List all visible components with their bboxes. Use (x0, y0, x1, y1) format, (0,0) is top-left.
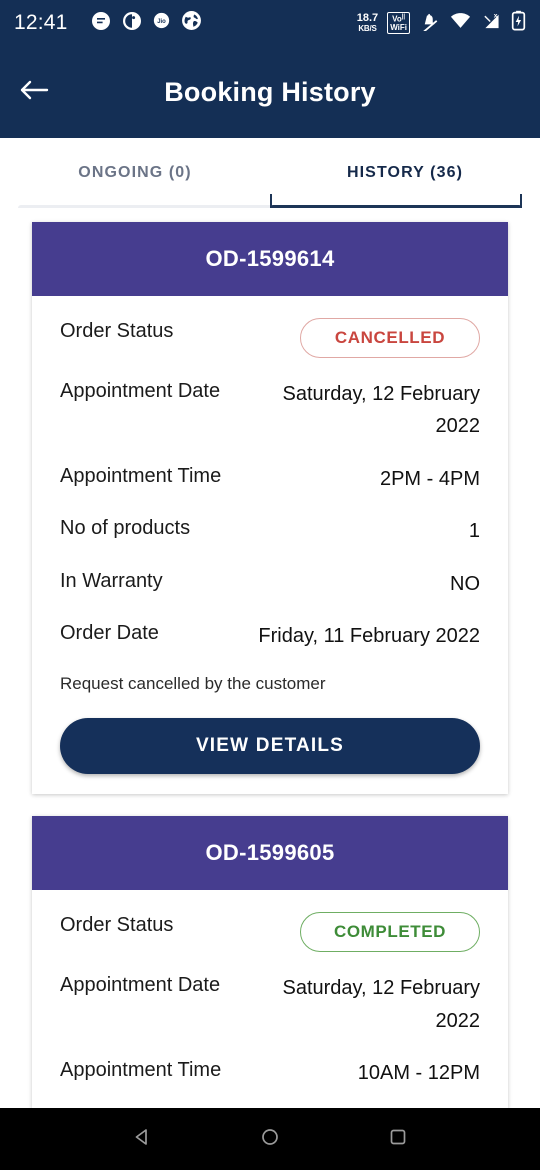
row-no-of-products: No of products 1 (60, 515, 480, 547)
status-bar-clock: 12:41 (14, 11, 68, 34)
tab-history-label: HISTORY (36) (346, 164, 464, 181)
appointment-time-label: Appointment Time (60, 464, 222, 487)
battery-icon (511, 10, 526, 36)
status-bar-left: 12:41 Jio (14, 10, 357, 36)
card-header: OD-1599605 (32, 816, 508, 891)
back-button[interactable] (6, 64, 62, 120)
nav-back-button[interactable] (118, 1115, 166, 1163)
appointment-date-value: Saturday, 12 February 2022 (282, 383, 480, 438)
android-nav-bar (0, 1108, 540, 1170)
arrow-left-icon (19, 78, 49, 107)
status-badge: COMPLETED (300, 912, 480, 953)
network-speed-unit: KB/S (358, 24, 377, 33)
view-details-button[interactable]: VIEW DETAILS (60, 718, 480, 775)
card-body: Order Status CANCELLED Appointment Date … (32, 296, 508, 794)
in-warranty-value: NO (450, 572, 480, 595)
card-header: OD-1599614 (32, 222, 508, 296)
row-appointment-date: Appointment Date Saturday, 12 February 2… (60, 378, 480, 443)
svg-text:Jio: Jio (157, 19, 166, 25)
no-of-products-value: 1 (468, 520, 480, 543)
app-icon (122, 11, 142, 36)
appointment-date-label: Appointment Date (60, 974, 221, 997)
row-in-warranty: In Warranty NO (60, 568, 480, 600)
order-date-value: Friday, 11 February 2022 (258, 624, 480, 647)
globe-icon (181, 10, 202, 36)
tab-ongoing[interactable]: ONGOING (0) (0, 138, 270, 208)
network-speed-value: 18.7 (356, 11, 379, 24)
appointment-time-label: Appointment Time (60, 1058, 222, 1081)
no-of-products-label: No of products (60, 517, 191, 540)
app-bar: Booking History (0, 46, 540, 138)
appointment-time-value: 10AM - 12PM (357, 1061, 480, 1084)
volte-wifi-icon: Vo|| WiFi (387, 12, 410, 34)
order-status-label: Order Status (60, 320, 174, 342)
row-appointment-time: Appointment Time 10AM - 12PM (60, 1057, 480, 1089)
signal-icon: x (481, 11, 502, 36)
page-title: Booking History (164, 76, 376, 107)
message-icon (91, 11, 111, 36)
order-date-label: Order Date (60, 621, 159, 644)
booking-card[interactable]: OD-1599614 Order Status CANCELLED Appoin… (32, 222, 508, 795)
tab-history[interactable]: HISTORY (36) (270, 138, 540, 208)
row-order-date: Order Date Friday, 11 February 2022 (60, 620, 480, 652)
svg-text:x: x (494, 12, 498, 19)
tab-bar: ONGOING (0) HISTORY (36) (0, 138, 540, 208)
order-status-label: Order Status (60, 914, 174, 937)
appointment-date-label: Appointment Date (60, 380, 221, 402)
status-badge: CANCELLED (300, 318, 480, 358)
home-circle-icon (259, 1126, 281, 1153)
jio-icon: Jio (153, 12, 170, 34)
row-appointment-time: Appointment Time 2PM - 4PM (60, 463, 480, 495)
nav-recents-button[interactable] (374, 1115, 422, 1163)
status-bar-right: 18.7 KB/S Vo|| WiFi x (357, 10, 526, 36)
order-id: OD-1599614 (205, 246, 335, 271)
appointment-date-value: Saturday, 12 February 2022 (282, 977, 480, 1032)
tab-ongoing-label: ONGOING (0) (78, 164, 192, 181)
mute-icon (419, 10, 440, 36)
phone-screen: 12:41 Jio 18.7 KB/S Vo|| WiFi x Booking … (0, 0, 540, 1170)
booking-list[interactable]: OD-1599614 Order Status CANCELLED Appoin… (0, 208, 540, 1108)
row-order-status: Order Status CANCELLED (60, 318, 480, 358)
appointment-time-value: 2PM - 4PM (379, 467, 480, 490)
row-appointment-date: Appointment Date Saturday, 12 February 2… (60, 972, 480, 1037)
cancellation-note: Request cancelled by the customer (60, 674, 326, 694)
recents-square-icon (387, 1126, 409, 1153)
network-speed-indicator: 18.7 KB/S (356, 11, 379, 34)
status-bar: 12:41 Jio 18.7 KB/S Vo|| WiFi x (0, 0, 540, 46)
back-triangle-icon (131, 1126, 153, 1153)
wifi-icon (449, 11, 472, 36)
in-warranty-label: In Warranty (60, 569, 163, 592)
order-id: OD-1599605 (205, 840, 335, 866)
row-order-status: Order Status COMPLETED (60, 912, 480, 953)
card-body: Order Status COMPLETED Appointment Date … (32, 890, 508, 1108)
booking-card[interactable]: OD-1599605 Order Status COMPLETED Appoin… (32, 816, 508, 1108)
nav-home-button[interactable] (246, 1115, 294, 1163)
